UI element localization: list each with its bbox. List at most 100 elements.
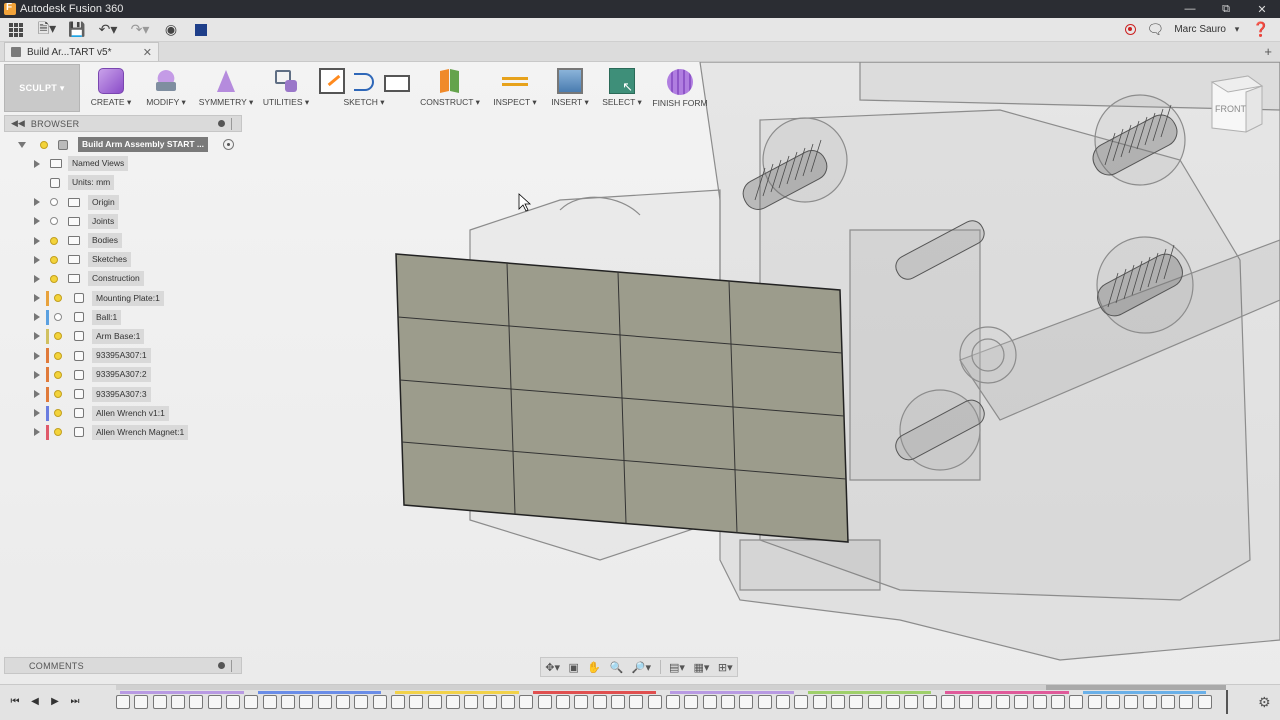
expand-triangle-icon[interactable] xyxy=(34,236,40,245)
look-at-icon[interactable]: ▣ xyxy=(569,661,579,674)
browser-header[interactable]: ◀◀ BROWSER xyxy=(4,115,242,132)
lightbulb-icon[interactable] xyxy=(50,274,58,283)
display-settings-icon[interactable]: ▤▾ xyxy=(669,661,685,674)
grid-settings-icon[interactable]: ▦▾ xyxy=(693,661,709,674)
timeline-feature-icon[interactable] xyxy=(702,695,717,709)
timeline-feature-icon[interactable] xyxy=(812,695,827,709)
timeline-feature-icon[interactable] xyxy=(501,695,515,709)
expand-triangle-icon[interactable] xyxy=(34,274,40,283)
workspace-switcher[interactable]: SCULPT ▾ xyxy=(4,64,80,112)
timeline-feature-icon[interactable] xyxy=(794,695,809,709)
finish-form-group[interactable]: FINISH FORM xyxy=(648,64,712,112)
lightbulb-icon[interactable] xyxy=(54,351,62,360)
browser-item[interactable]: Bodies xyxy=(4,231,242,250)
lightbulb-icon[interactable] xyxy=(54,313,62,322)
timeline-feature-icon[interactable] xyxy=(519,695,534,709)
timeline-feature-icon[interactable] xyxy=(1161,695,1175,709)
select-group[interactable]: SELECT ▾ xyxy=(596,64,648,112)
timeline-feature-icon[interactable] xyxy=(336,695,350,709)
zoom-icon[interactable]: 🔍 xyxy=(610,661,624,674)
timeline-feature-icon[interactable] xyxy=(1087,695,1102,709)
timeline-feature-icon[interactable] xyxy=(1197,695,1212,709)
modify-group[interactable]: MODIFY ▾ xyxy=(138,64,194,112)
symmetry-icon[interactable] xyxy=(214,68,238,94)
edit-form-icon[interactable] xyxy=(153,68,179,94)
expand-triangle-icon[interactable] xyxy=(34,332,40,341)
expand-triangle-icon[interactable] xyxy=(34,390,40,399)
expand-triangle-icon[interactable] xyxy=(18,141,26,148)
measure-icon[interactable] xyxy=(502,68,528,94)
record-icon[interactable] xyxy=(1125,24,1137,35)
timeline-feature-icon[interactable] xyxy=(757,695,772,709)
close-tab-icon[interactable]: ✕ xyxy=(143,46,152,59)
browser-item[interactable]: Ball:1 xyxy=(4,308,242,327)
comments-menu-icon[interactable] xyxy=(218,662,225,669)
create-sketch-icon[interactable] xyxy=(319,68,345,94)
lightbulb-icon[interactable] xyxy=(54,370,62,379)
sketch-rectangle-icon[interactable] xyxy=(383,68,410,94)
utilities-group[interactable]: UTILITIES ▾ xyxy=(258,64,314,112)
timeline-feature-icon[interactable] xyxy=(629,695,644,709)
panel-menu-icon[interactable] xyxy=(218,120,225,127)
document-tab[interactable]: Build Ar...TART v5* ✕ xyxy=(4,42,159,61)
timeline-feature-icon[interactable] xyxy=(409,695,424,709)
orbit-icon[interactable]: ✥▾ xyxy=(545,661,560,674)
finish-form-icon[interactable] xyxy=(667,69,693,95)
timeline-feature-icon[interactable] xyxy=(372,695,387,709)
insert-group[interactable]: INSERT ▾ xyxy=(544,64,596,112)
lightbulb-icon[interactable] xyxy=(50,255,58,264)
chevron-down-icon[interactable]: ▾ xyxy=(1232,18,1242,42)
sculpt-plate-mesh[interactable] xyxy=(395,253,849,543)
lightbulb-icon[interactable] xyxy=(54,332,62,341)
timeline-feature-icon[interactable] xyxy=(721,695,735,709)
timeline-feature-icon[interactable] xyxy=(556,695,570,709)
symmetry-group[interactable]: SYMMETRY ▾ xyxy=(194,64,258,112)
timeline-feature-icon[interactable] xyxy=(666,695,680,709)
timeline-feature-icon[interactable] xyxy=(867,695,882,709)
browser-item[interactable]: Origin xyxy=(4,193,242,212)
timeline-feature-icon[interactable] xyxy=(262,695,277,709)
timeline-feature-icon[interactable] xyxy=(464,695,479,709)
timeline-feature-icon[interactable] xyxy=(189,695,204,709)
save-icon[interactable]: 💾 xyxy=(62,18,92,42)
timeline-feature-icon[interactable] xyxy=(959,695,974,709)
timeline-feature-icon[interactable] xyxy=(574,695,589,709)
apps-grid-icon[interactable] xyxy=(0,18,32,42)
gear-icon[interactable]: ⚙ xyxy=(1258,694,1271,711)
construct-group[interactable]: CONSTRUCT ▾ xyxy=(414,64,486,112)
file-icon[interactable]: 🗎▾ xyxy=(32,18,62,42)
lightbulb-icon[interactable] xyxy=(50,236,58,245)
play-icon[interactable]: ▶ xyxy=(48,693,62,709)
timeline-feature-icon[interactable] xyxy=(537,695,552,709)
timeline-feature-icon[interactable] xyxy=(1124,695,1139,709)
browser-item[interactable]: Sketches xyxy=(4,250,242,269)
redo-icon[interactable]: ↷▾ xyxy=(124,18,156,42)
sketch-group[interactable]: SKETCH ▾ xyxy=(314,64,414,112)
browser-item[interactable]: Named Views xyxy=(4,154,242,173)
restore-icon[interactable]: ⧉ xyxy=(1208,0,1244,18)
select-icon[interactable] xyxy=(609,68,635,95)
timeline-feature-icon[interactable] xyxy=(1051,695,1065,709)
browser-item[interactable]: Allen Wrench Magnet:1 xyxy=(4,423,242,442)
expand-triangle-icon[interactable] xyxy=(34,217,40,226)
browser-item[interactable]: 93395A307:2 xyxy=(4,365,242,384)
pan-icon[interactable]: ✋ xyxy=(587,661,601,674)
timeline-feature-icon[interactable] xyxy=(482,695,497,709)
notifications-icon[interactable]: 🗨 xyxy=(1142,18,1168,42)
browser-root[interactable]: Build Arm Assembly START ... xyxy=(4,135,242,154)
expand-triangle-icon[interactable] xyxy=(34,351,40,360)
timeline-feature-icon[interactable] xyxy=(244,695,259,709)
browser-item[interactable]: Allen Wrench v1:1 xyxy=(4,404,242,423)
zoom-window-icon[interactable]: 🔎▾ xyxy=(632,661,651,674)
timeline-feature-icon[interactable] xyxy=(904,695,919,709)
go-to-start-icon[interactable]: ⏮ xyxy=(8,693,22,709)
timeline-feature-icon[interactable] xyxy=(647,695,662,709)
expand-triangle-icon[interactable] xyxy=(34,159,40,168)
go-to-end-icon[interactable]: ⏭ xyxy=(68,693,82,709)
viewports-icon[interactable]: ⊞▾ xyxy=(718,661,733,674)
activate-component-icon[interactable] xyxy=(223,139,234,151)
expand-triangle-icon[interactable] xyxy=(34,370,40,379)
browser-item[interactable]: Construction xyxy=(4,269,242,288)
timeline-feature-icon[interactable] xyxy=(592,695,607,709)
create-group[interactable]: CREATE ▾ xyxy=(84,64,138,112)
